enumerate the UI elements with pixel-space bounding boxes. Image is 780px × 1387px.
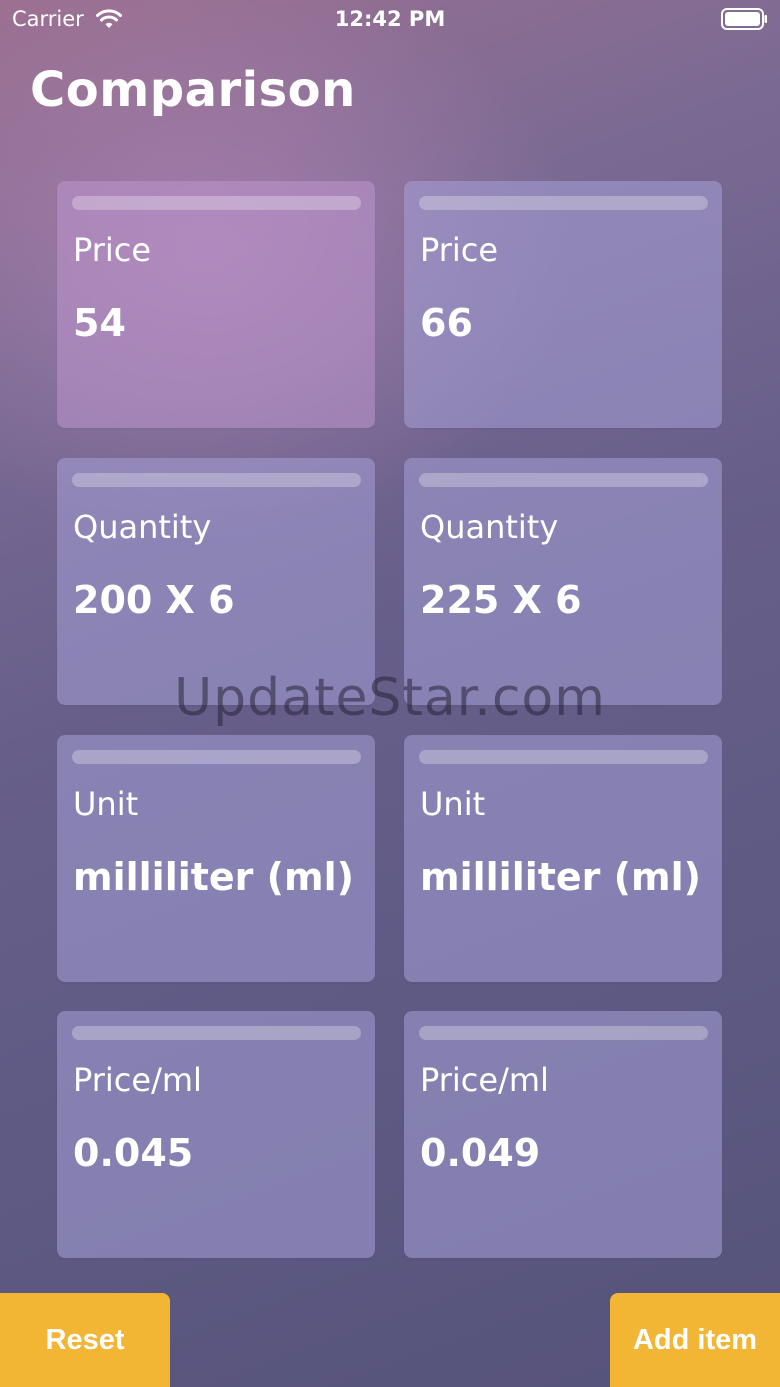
card-label: Quantity — [73, 508, 212, 546]
card-value: 200 X 6 — [73, 578, 235, 622]
card-label: Quantity — [420, 508, 559, 546]
item-a-unit-card[interactable]: Unit milliliter (ml) — [57, 735, 375, 982]
card-drag-handle[interactable] — [419, 473, 708, 487]
watermark: UpdateStar.com — [174, 668, 606, 728]
card-value: 54 — [73, 301, 126, 345]
card-value: 66 — [420, 301, 473, 345]
card-drag-handle[interactable] — [72, 196, 361, 210]
card-value: 0.049 — [420, 1131, 541, 1175]
item-a-price-card[interactable]: Price 54 — [57, 181, 375, 428]
card-drag-handle[interactable] — [419, 196, 708, 210]
battery-icon — [721, 8, 767, 30]
card-drag-handle[interactable] — [72, 1026, 361, 1040]
card-label: Price — [420, 231, 499, 269]
add-item-button[interactable]: Add item — [610, 1293, 780, 1387]
item-b-unit-card[interactable]: Unit milliliter (ml) — [404, 735, 722, 982]
item-b-price-card[interactable]: Price 66 — [404, 181, 722, 428]
page-title: Comparison — [30, 62, 356, 118]
item-b-unit-price-card[interactable]: Price/ml 0.049 — [404, 1011, 722, 1258]
reset-button[interactable]: Reset — [0, 1293, 170, 1387]
status-bar: Carrier 12:42 PM — [0, 0, 780, 40]
card-value: 225 X 6 — [420, 578, 582, 622]
item-a-unit-price-card[interactable]: Price/ml 0.045 — [57, 1011, 375, 1258]
card-label: Unit — [73, 785, 139, 823]
card-value: milliliter (ml) — [420, 855, 702, 899]
card-label: Unit — [420, 785, 486, 823]
card-drag-handle[interactable] — [72, 473, 361, 487]
card-label: Price/ml — [420, 1061, 549, 1099]
status-time: 12:42 PM — [334, 7, 446, 31]
card-label: Price — [73, 231, 152, 269]
card-label: Price/ml — [73, 1061, 202, 1099]
card-drag-handle[interactable] — [419, 1026, 708, 1040]
card-value: 0.045 — [73, 1131, 194, 1175]
card-value: milliliter (ml) — [73, 855, 355, 899]
card-drag-handle[interactable] — [419, 750, 708, 764]
card-drag-handle[interactable] — [72, 750, 361, 764]
